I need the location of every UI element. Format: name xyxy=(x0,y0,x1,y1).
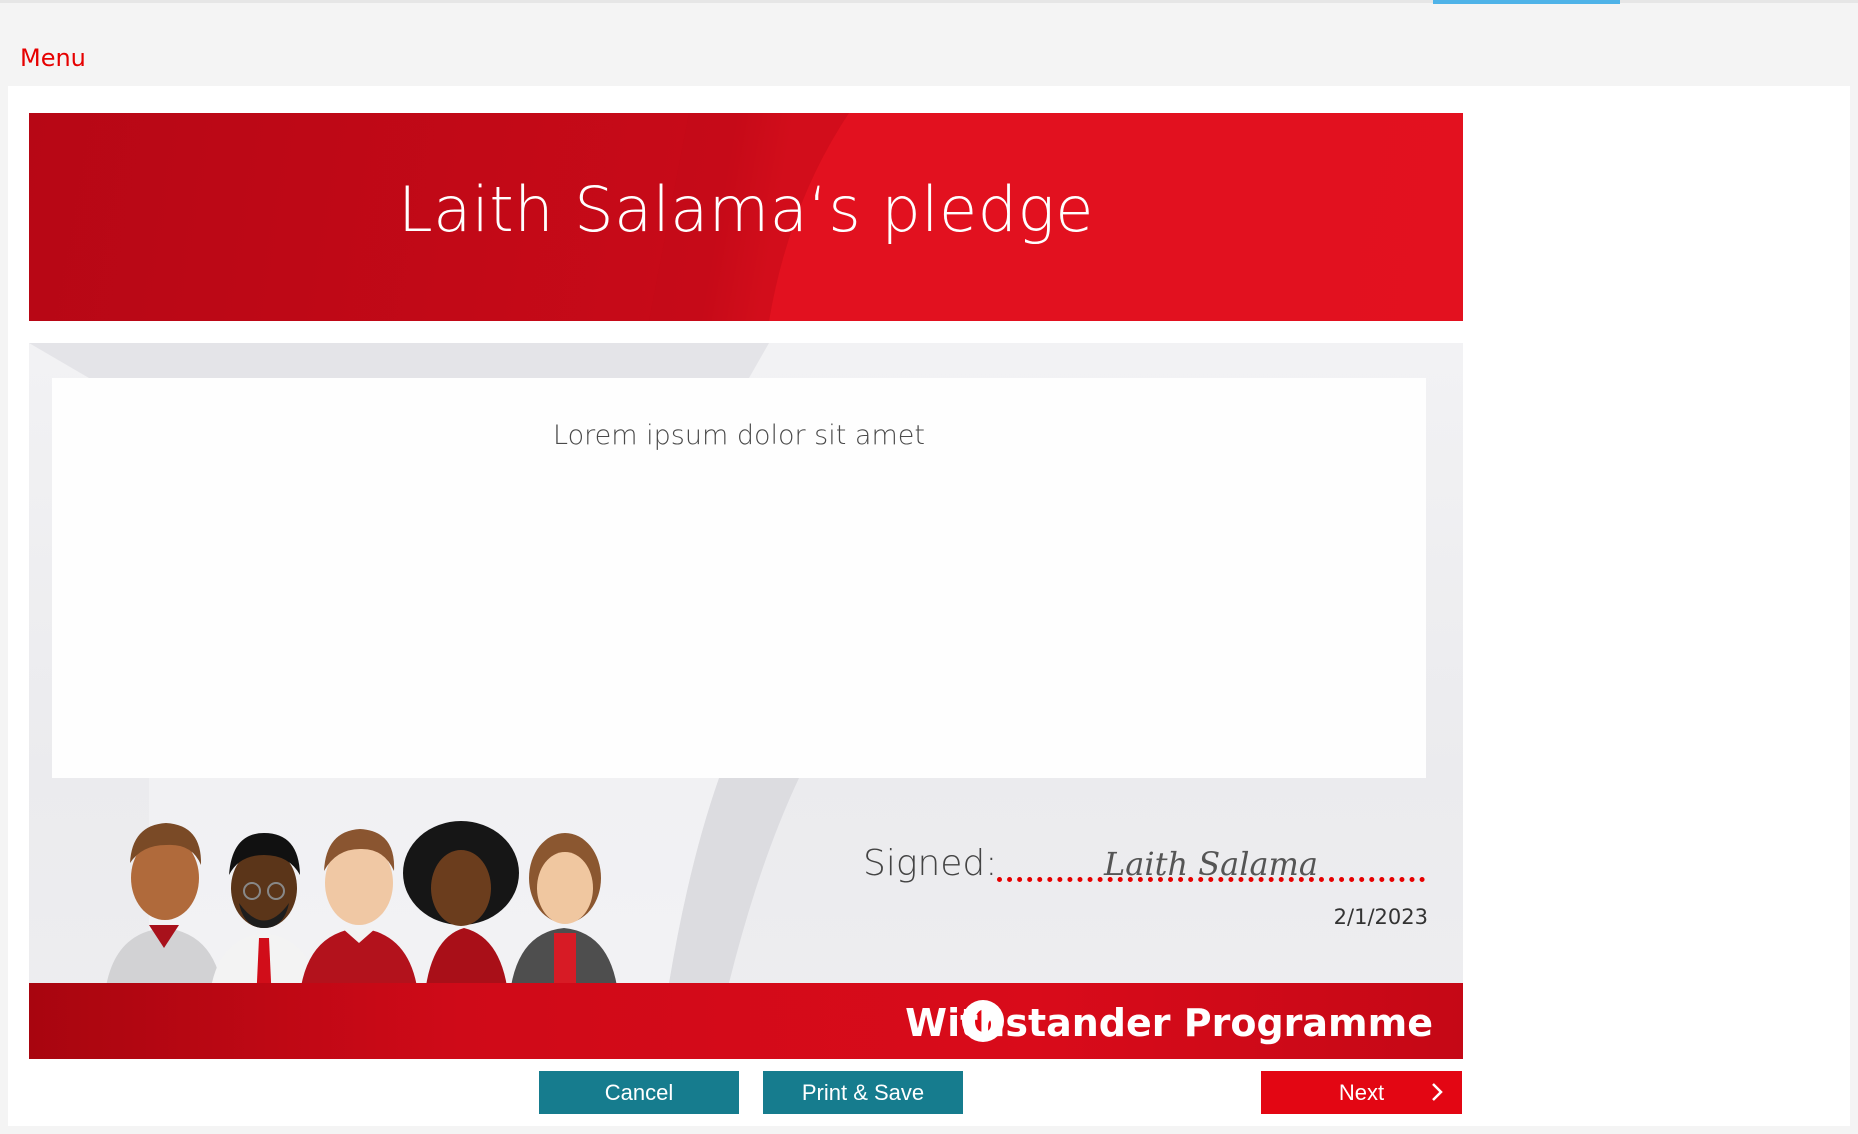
menu-link[interactable]: Menu xyxy=(20,44,86,72)
brand-footer: Withstander Programme xyxy=(29,983,1463,1059)
cancel-button[interactable]: Cancel xyxy=(539,1071,739,1114)
pledge-text: Lorem ipsum dolor sit amet xyxy=(553,420,925,451)
chevron-right-icon xyxy=(1432,1083,1443,1101)
next-button[interactable]: Next xyxy=(1261,1071,1462,1114)
brand-name: Withstander Programme xyxy=(905,1001,1433,1045)
print-save-button[interactable]: Print & Save xyxy=(763,1071,963,1114)
people-illustration xyxy=(104,821,619,1003)
pledge-text-box: Lorem ipsum dolor sit amet xyxy=(52,378,1426,778)
signature-name: Laith Salama xyxy=(1104,845,1318,883)
page-title: Laith Salama‘s pledge xyxy=(398,173,1094,246)
signed-label: Signed: xyxy=(863,843,998,884)
next-button-label: Next xyxy=(1338,1079,1385,1105)
pledge-card: Lorem ipsum dolor sit amet Signed: Laith… xyxy=(29,343,1463,1059)
pledge-header: Laith Salama‘s pledge xyxy=(29,113,1463,321)
progress-indicator xyxy=(1433,0,1620,4)
signature-date: 2/1/2023 xyxy=(1333,905,1428,929)
